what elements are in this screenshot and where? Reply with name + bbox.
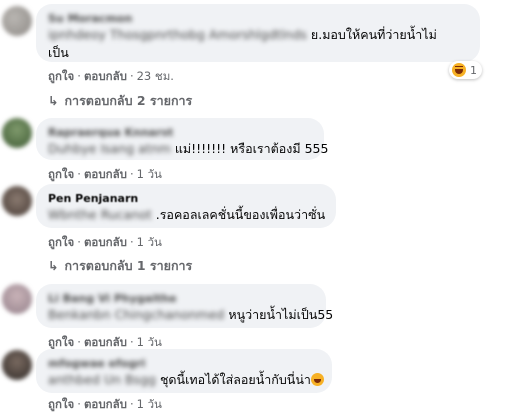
comment-text-line: แม่!!!!!!! หรือเราต้องมี 555 [174,141,329,156]
reply-link[interactable]: ตอบกลับ [84,167,127,181]
blurred-text: Wbnthe Rucanot [48,207,152,222]
replies-label: การตอบกลับ 1 รายการ [64,258,193,273]
view-replies-link[interactable]: ↳ การตอบกลับ 1 รายการ [48,256,192,276]
view-replies-link[interactable]: ↳ การตอบกลับ 2 รายการ [48,91,192,111]
comment-text: ipnhdeoy Thosgpnrthobg Amorshlgdtlnds ย.… [48,26,468,44]
like-link[interactable]: ถูกใจ [48,335,74,349]
commenter-name[interactable]: Pen Penjanarn [48,191,324,206]
comment-text-line: ย.มอบให้คนที่ว่ายน้ำไม่ [310,27,437,42]
reaction-count-badge[interactable]: 1 [449,61,482,79]
timestamp[interactable]: 1 วัน [137,167,162,181]
commenter-name[interactable]: Li Bang Vi Phygaithe [48,291,314,306]
reply-link[interactable]: ตอบกลับ [84,397,127,411]
like-link[interactable]: ถูกใจ [48,69,74,83]
comment-text: Duhbye Isang atnm แม่!!!!!!! หรือเราต้อง… [48,140,328,158]
comment-text-line: ชุดนี้เทอได้ใส่ลอยน้ำกับนี่น่า [159,372,311,387]
comment-actions: ถูกใจ · ตอบกลับ · 1 วัน [48,167,162,181]
blurred-text: Duhbye Isang atnm [48,141,171,156]
comment-actions: ถูกใจ · ตอบกลับ · 23 ชม. [48,69,174,83]
like-link[interactable]: ถูกใจ [48,167,74,181]
comment-bubble: Pen Penjanarn Wbnthe Rucanot .รอคอลเลคชั… [36,184,336,228]
like-link[interactable]: ถูกใจ [48,397,74,411]
comment-bubble: Su Moracmon ipnhdeoy Thosgpnrthobg Amors… [36,4,480,62]
reaction-count: 1 [470,63,477,77]
avatar[interactable] [2,186,32,216]
comment-bubble: mfogwae efogri anthbed Un Bsgg ชุดนี้เทอ… [36,349,332,393]
commenter-name[interactable]: mfogwae efogri [48,356,320,371]
reply-arrow-icon: ↳ [48,93,59,108]
blurred-text: ipnhdeoy Thosgpnrthobg Amorshlgdtlnds [48,27,307,42]
timestamp[interactable]: 23 ชม. [137,69,174,83]
comment-text: Benkanbn Chingchanonmed หนูว่ายน้ำไม่เป็… [48,306,333,324]
timestamp[interactable]: 1 วัน [137,335,162,349]
blurred-text: Benkanbn Chingchanonmed [48,307,225,322]
reply-arrow-icon: ↳ [48,258,59,273]
commenter-name[interactable]: Rapraerqua Knnarst [48,125,312,140]
comment-text-line: .รอคอลเลคชั่นนี้ของเพื่อนว่าซั่น [155,207,326,222]
haha-icon [452,63,466,77]
reply-link[interactable]: ตอบกลับ [84,235,127,249]
reply-link[interactable]: ตอบกลับ [84,69,127,83]
timestamp[interactable]: 1 วัน [137,397,162,411]
comment-bubble: Li Bang Vi Phygaithe Benkanbn Chingchano… [36,284,333,328]
commenter-name[interactable]: Su Moracmon [48,11,468,26]
comment-text-line: หนูว่ายน้ำไม่เป็น55 [228,307,334,322]
blurred-text: anthbed Un Bsgg [48,372,156,387]
comment-text: anthbed Un Bsgg ชุดนี้เทอได้ใส่ลอยน้ำกับ… [48,371,324,389]
timestamp[interactable]: 1 วัน [137,235,162,249]
avatar[interactable] [2,6,32,36]
avatar[interactable] [2,284,32,314]
reply-link[interactable]: ตอบกลับ [84,335,127,349]
replies-label: การตอบกลับ 2 รายการ [64,93,193,108]
comment-text: Wbnthe Rucanot .รอคอลเลคชั่นนี้ของเพื่อน… [48,206,326,224]
avatar[interactable] [2,118,32,148]
laughing-emoji-icon [310,373,324,386]
comment-text-line: เป็น [48,45,69,60]
comment-bubble: Rapraerqua Knnarst Duhbye Isang atnm แม่… [36,118,328,160]
like-link[interactable]: ถูกใจ [48,235,74,249]
comment-actions: ถูกใจ · ตอบกลับ · 1 วัน [48,235,162,249]
avatar[interactable] [2,350,32,380]
comment-actions: ถูกใจ · ตอบกลับ · 1 วัน [48,397,162,411]
